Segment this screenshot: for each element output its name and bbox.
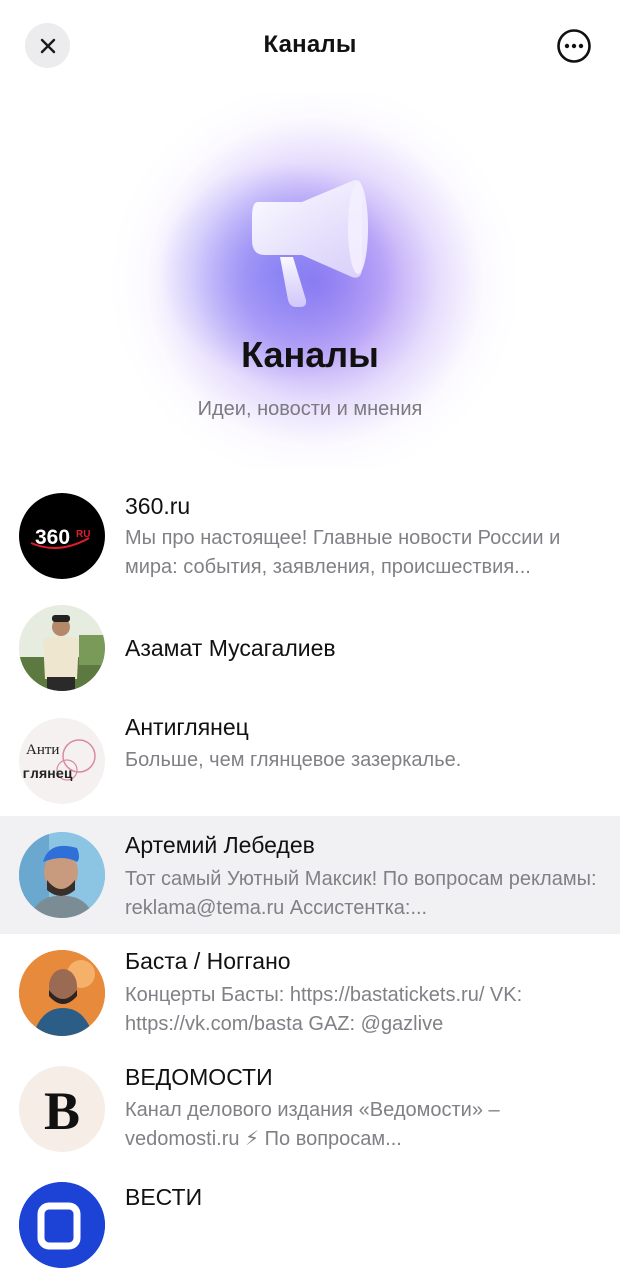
person-photo-icon [19, 950, 105, 1036]
channel-name: ВЕДОМОСТИ [125, 1064, 273, 1090]
page-title: Каналы [263, 31, 357, 58]
avatar [19, 605, 105, 691]
svg-text:B: B [44, 1081, 80, 1141]
channel-row-360[interactable]: 360 RU 360.ru Мы про настоящее! Главные … [0, 480, 620, 592]
channel-name: Артемий Лебедев [125, 832, 315, 858]
avatar [19, 1182, 105, 1268]
avatar: 360 RU [19, 493, 105, 579]
top-bar: Каналы [0, 0, 620, 92]
avatar [19, 950, 105, 1036]
channel-description: Концерты Басты: https://bastatickets.ru/… [125, 984, 523, 1035]
channel-row-antiglyanets[interactable]: Анти глянец Антиглянец Больше, чем глянц… [0, 702, 620, 816]
person-photo-icon [19, 605, 105, 691]
channel-name: Баста / Ноггано [125, 948, 291, 974]
channel-name: ВЕСТИ [125, 1184, 203, 1210]
channel-name: Азамат Мусагалиев [125, 635, 336, 661]
avatar [19, 832, 105, 918]
channel-row-vesti[interactable]: ВЕСТИ [0, 1166, 620, 1268]
channel-row-vedomosti[interactable]: B ВЕДОМОСТИ Канал делового издания «Ведо… [0, 1050, 620, 1166]
vesti-logo-icon [19, 1182, 105, 1268]
megaphone-icon [252, 180, 368, 307]
360-logo-icon: 360 RU [30, 526, 90, 549]
more-icon [557, 29, 591, 63]
more-options-button[interactable] [555, 27, 593, 65]
channel-description: Мы про настоящее! Главные новости России… [125, 527, 561, 578]
channel-description: Канал делового издания «Ведомости» – ved… [125, 1099, 500, 1150]
avatar: Анти глянец [19, 718, 105, 804]
hero-subtitle: Идеи, новости и мнения [197, 398, 423, 420]
hero-section: Каналы Идеи, новости и мнения [0, 92, 620, 470]
channel-name: Антиглянец [125, 714, 249, 740]
channel-row-basta[interactable]: Баста / Ноггано Концерты Басты: https://… [0, 934, 620, 1050]
vedomosti-logo-icon: B [44, 1081, 80, 1141]
person-photo-icon [19, 832, 105, 918]
channel-name: 360.ru [125, 493, 191, 519]
channel-description: Больше, чем глянцевое зазеркалье. [125, 749, 462, 771]
hero-title: Каналы [241, 334, 379, 375]
channel-row-azamat[interactable]: Азамат Мусагалиев [0, 592, 620, 702]
channel-description: Тот самый Уютный Максик! По вопросам рек… [125, 868, 597, 919]
svg-text:Анти: Анти [26, 742, 59, 758]
channel-row-lebedev[interactable]: Артемий Лебедев Тот самый Уютный Максик!… [0, 816, 620, 934]
avatar: B [19, 1066, 105, 1152]
svg-text:глянец: глянец [22, 767, 73, 783]
antiglyanets-logo-icon: Анти глянец [22, 739, 96, 783]
